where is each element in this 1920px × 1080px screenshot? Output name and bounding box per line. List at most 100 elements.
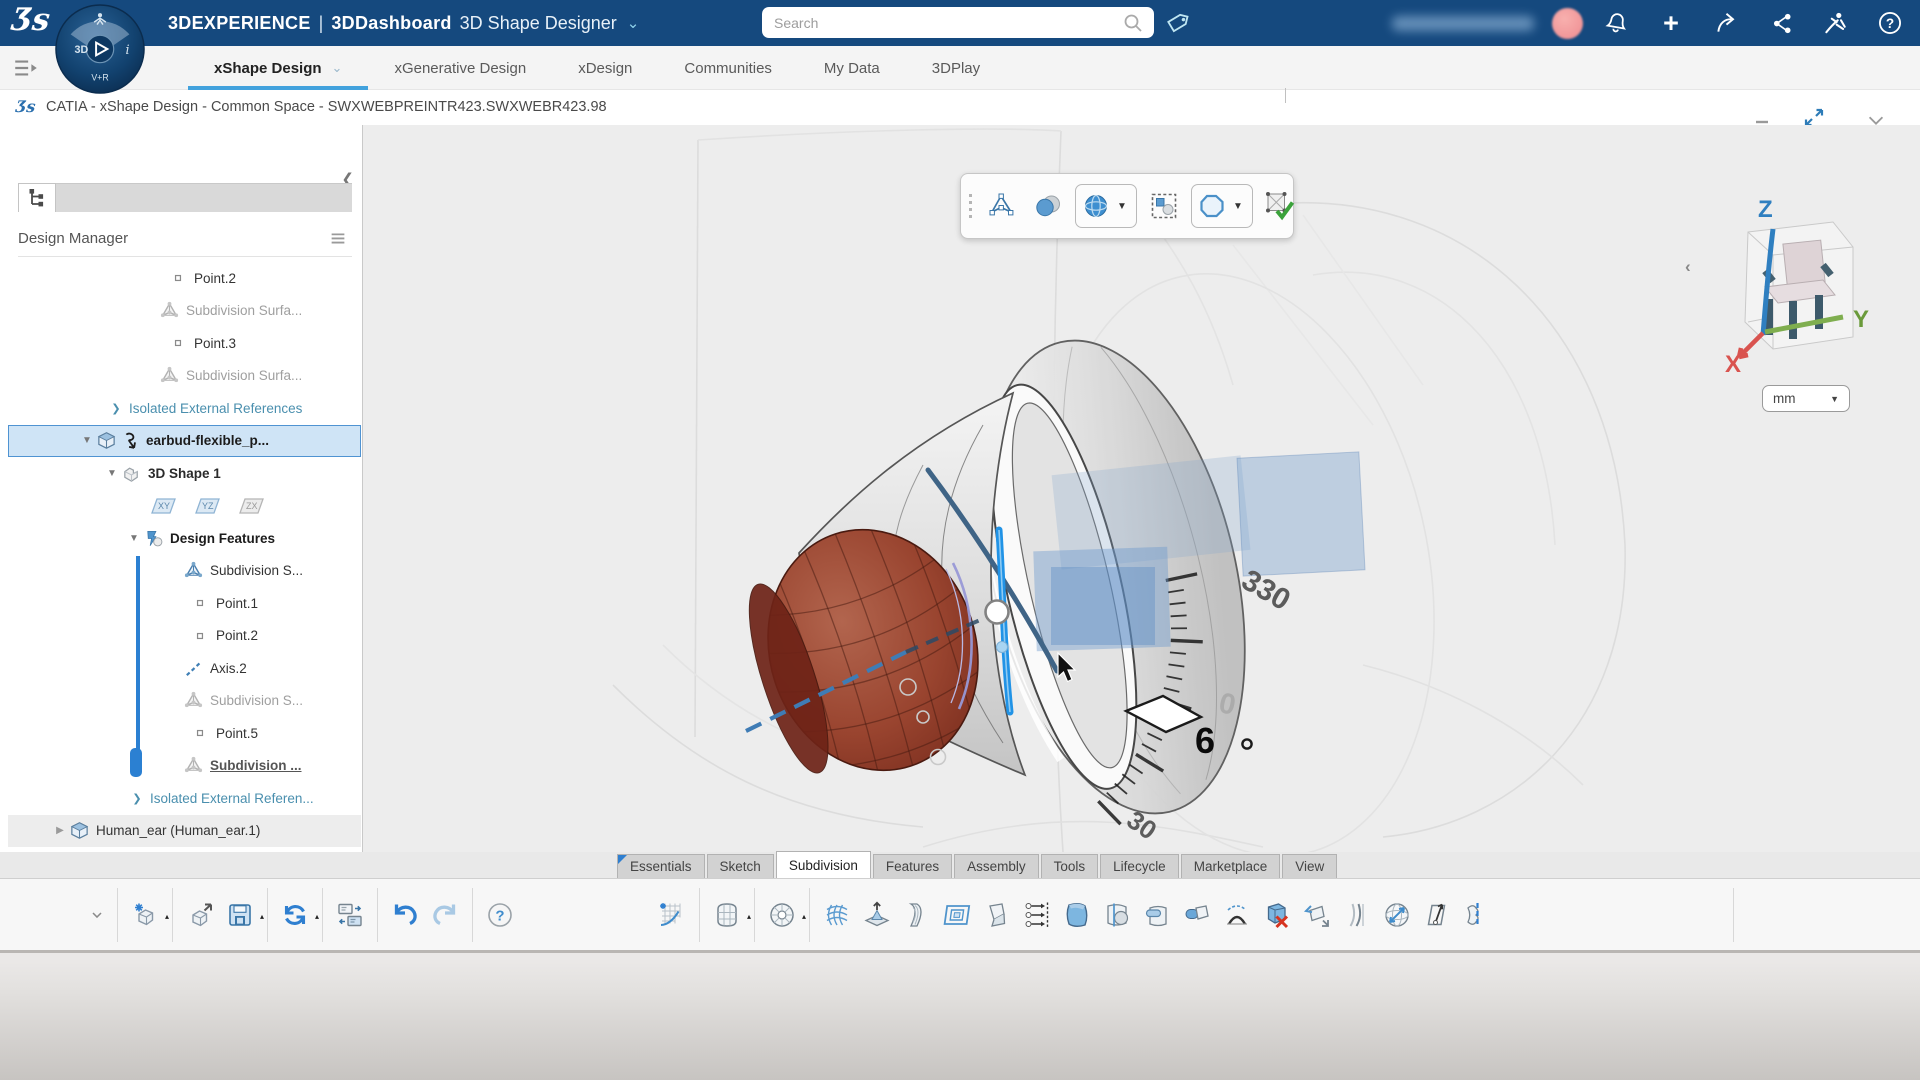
distribute-button[interactable] (1017, 892, 1057, 938)
workbench-tab-lifecycle[interactable]: Lifecycle (1100, 854, 1179, 878)
dropdown-arrow-icon[interactable]: ▼ (1233, 201, 1243, 212)
tree-item-point-2[interactable]: Point.2 (8, 262, 361, 295)
avatar[interactable] (1552, 8, 1583, 39)
dropdown-arrow-icon[interactable]: ▴ (747, 912, 751, 921)
manipulator-handle[interactable] (986, 601, 1009, 624)
nav-tab-3dplay[interactable]: 3DPlay (906, 46, 1006, 90)
tree-item-3d-shape-1[interactable]: ▼3D Shape 1 (8, 457, 361, 490)
expander-down-icon[interactable]: ▼ (126, 533, 142, 544)
delete-face-button[interactable] (1257, 892, 1297, 938)
collapse-chevron-button[interactable] (84, 903, 110, 927)
dropdown-arrow-icon[interactable]: ▴ (802, 912, 806, 921)
redo-button[interactable] (425, 892, 465, 938)
bend-button[interactable] (897, 892, 937, 938)
plane-arrow-button[interactable] (1417, 892, 1457, 938)
workbench-tab-view[interactable]: View (1282, 854, 1337, 878)
person-icon[interactable] (1822, 10, 1848, 36)
nav-tab-my-data[interactable]: My Data (798, 46, 906, 90)
join-button[interactable] (1177, 892, 1217, 938)
fill-surface-button[interactable] (1057, 892, 1097, 938)
select-elements-button[interactable] (1144, 184, 1184, 228)
tree-item-subdivision-surfa[interactable]: Subdivision Surfa... (8, 295, 361, 328)
sphere-globe-button[interactable]: ▼ (1075, 184, 1137, 228)
dropdown-arrow-icon[interactable]: ▴ (315, 912, 319, 921)
search-box[interactable] (762, 7, 1154, 38)
push-spheres-button[interactable] (1028, 184, 1068, 228)
tree-item-human-ear-human-ear-1[interactable]: ▶Human_ear (Human_ear.1) (8, 815, 361, 848)
brand-3ddashboard[interactable]: 3DDashboard (331, 13, 451, 34)
save-button[interactable]: ▴ (220, 892, 260, 938)
expander-chev-icon[interactable]: ❯ (108, 402, 124, 415)
grid-spark-button[interactable] (652, 892, 692, 938)
app-title-chevron-icon[interactable]: ⌄ (627, 14, 640, 32)
tree-item-design-features[interactable]: ▼Design Features (8, 522, 361, 555)
3dexperience-compass[interactable]: 3D i V+R (54, 3, 146, 95)
edit-cage-button[interactable] (981, 184, 1021, 228)
dropdown-arrow-icon[interactable]: ▼ (1117, 201, 1127, 212)
tree-view-tab[interactable] (18, 183, 56, 212)
tree-item-reference-planes[interactable]: XY YZ ZX (8, 490, 361, 523)
manipulator-minor-point[interactable] (997, 642, 1008, 653)
workbench-tab-tools[interactable]: Tools (1041, 854, 1099, 878)
tree-item-point-5[interactable]: Point.5 (8, 717, 361, 750)
plus-icon[interactable]: + (1658, 10, 1684, 36)
weld-button[interactable] (1137, 892, 1177, 938)
mesh-button[interactable] (817, 892, 857, 938)
nav-tab-xgenerative-design[interactable]: xGenerative Design (368, 46, 552, 90)
tree-item-point-2[interactable]: Point.2 (8, 620, 361, 653)
tree-item-subdivision-s[interactable]: Subdivision S... (8, 555, 361, 588)
expander-chev-icon[interactable]: ❯ (129, 792, 145, 805)
tree-item-subdivision[interactable]: Subdivision ... (8, 750, 361, 783)
tree-item-subdivision-s[interactable]: Subdivision S... (8, 685, 361, 718)
toolbar-drag-handle[interactable] (969, 194, 972, 218)
tree-collapse-arrow-icon[interactable]: ‹ (1685, 257, 1691, 277)
expander-down-icon[interactable]: ▼ (79, 435, 95, 446)
tag-icon[interactable] (1164, 10, 1190, 36)
plane-xy-icon[interactable]: XY (150, 494, 180, 518)
expander-right-icon[interactable]: ▶ (52, 825, 68, 836)
tree-item-subdivision-surfa[interactable]: Subdivision Surfa... (8, 360, 361, 393)
ok-check-button[interactable] (1260, 184, 1300, 228)
nav-tab-xdesign[interactable]: xDesign (552, 46, 658, 90)
curve-button[interactable] (1337, 892, 1377, 938)
dropdown-arrow-icon[interactable]: ▴ (260, 912, 264, 921)
open-shape-button[interactable] (180, 892, 220, 938)
network-icon[interactable] (1769, 10, 1795, 36)
mirror-button[interactable] (1457, 892, 1497, 938)
nav-tab-communities[interactable]: Communities (658, 46, 798, 90)
user-name-redacted[interactable] (1392, 16, 1534, 31)
plane-zx-icon[interactable]: ZX (238, 494, 268, 518)
measure-sphere-button[interactable] (1377, 892, 1417, 938)
face-polygon-button[interactable]: ▼ (1191, 184, 1253, 228)
plane-yz-icon[interactable]: YZ (194, 494, 224, 518)
trim-button[interactable] (1097, 892, 1137, 938)
share-icon[interactable] (1714, 10, 1740, 36)
menu-hamburger-icon[interactable] (12, 55, 40, 81)
tree-item-isolated-external-referen[interactable]: ❯Isolated External Referen... (8, 782, 361, 815)
bell-icon[interactable] (1603, 10, 1629, 36)
tree-item-point-3[interactable]: Point.3 (8, 327, 361, 360)
extrude-button[interactable] (857, 892, 897, 938)
search-input[interactable] (772, 14, 1122, 32)
workbench-tab-assembly[interactable]: Assembly (954, 854, 1039, 878)
help-button[interactable]: ? (480, 892, 520, 938)
prism-button[interactable] (977, 892, 1017, 938)
box-primitive-button[interactable]: ▴ (707, 892, 747, 938)
frame-button[interactable] (937, 892, 977, 938)
nav-tab-xshape-design[interactable]: xShape Design⌄ (188, 46, 368, 90)
new-shape-button[interactable]: ▴ (125, 892, 165, 938)
tree-item-earbud-flexible-p[interactable]: ▼earbud-flexible_p... (8, 425, 361, 458)
workbench-tab-subdivision[interactable]: Subdivision (776, 851, 871, 878)
units-dropdown[interactable]: mm ▼ (1762, 385, 1850, 412)
panel-menu-icon[interactable] (328, 228, 348, 248)
transfer-button[interactable] (330, 892, 370, 938)
tree-item-point-1[interactable]: Point.1 (8, 587, 361, 620)
workbench-tab-marketplace[interactable]: Marketplace (1181, 854, 1281, 878)
help-icon[interactable]: ? (1877, 10, 1903, 36)
search-icon[interactable] (1122, 12, 1144, 34)
viewport-3d[interactable]: 330 0 30 6 (363, 125, 1920, 852)
workbench-tab-sketch[interactable]: Sketch (707, 854, 774, 878)
history-slider-handle[interactable] (130, 748, 142, 777)
tree-item-axis-2[interactable]: Axis.2 (8, 652, 361, 685)
workbench-tab-essentials[interactable]: Essentials (617, 854, 705, 878)
